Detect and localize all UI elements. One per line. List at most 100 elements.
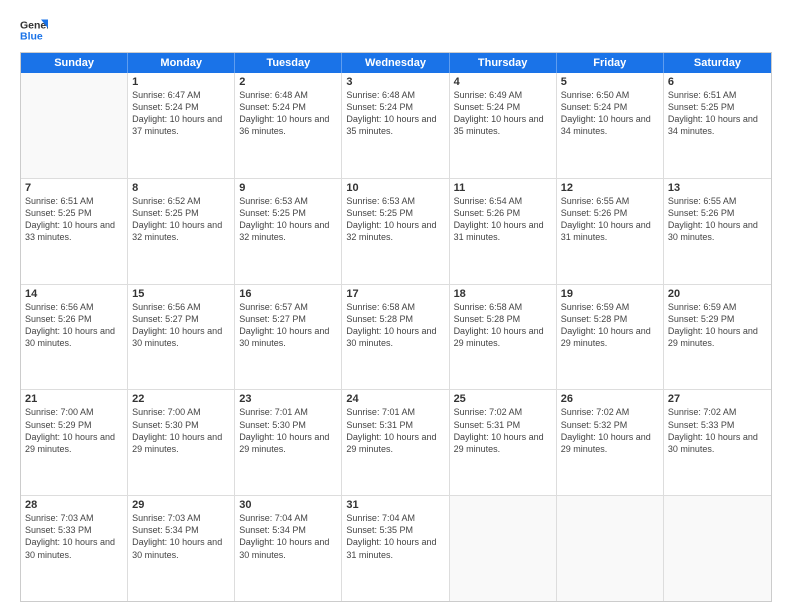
day-detail: Sunrise: 6:58 AM Sunset: 5:28 PM Dayligh… bbox=[454, 301, 552, 350]
day-number: 5 bbox=[561, 76, 659, 88]
calendar-cell: 19Sunrise: 6:59 AM Sunset: 5:28 PM Dayli… bbox=[557, 285, 664, 390]
day-number: 25 bbox=[454, 393, 552, 405]
day-number: 8 bbox=[132, 182, 230, 194]
calendar-cell: 6Sunrise: 6:51 AM Sunset: 5:25 PM Daylig… bbox=[664, 73, 771, 178]
day-number: 28 bbox=[25, 499, 123, 511]
weekday-header: Monday bbox=[128, 53, 235, 73]
day-number: 27 bbox=[668, 393, 767, 405]
weekday-header: Saturday bbox=[664, 53, 771, 73]
day-number: 13 bbox=[668, 182, 767, 194]
day-detail: Sunrise: 6:49 AM Sunset: 5:24 PM Dayligh… bbox=[454, 89, 552, 138]
day-number: 3 bbox=[346, 76, 444, 88]
calendar-cell: 10Sunrise: 6:53 AM Sunset: 5:25 PM Dayli… bbox=[342, 179, 449, 284]
calendar-cell: 2Sunrise: 6:48 AM Sunset: 5:24 PM Daylig… bbox=[235, 73, 342, 178]
day-detail: Sunrise: 7:01 AM Sunset: 5:30 PM Dayligh… bbox=[239, 406, 337, 455]
day-detail: Sunrise: 6:53 AM Sunset: 5:25 PM Dayligh… bbox=[239, 195, 337, 244]
weekday-header: Tuesday bbox=[235, 53, 342, 73]
page: General Blue SundayMondayTuesdayWednesda… bbox=[0, 0, 792, 612]
day-detail: Sunrise: 6:55 AM Sunset: 5:26 PM Dayligh… bbox=[668, 195, 767, 244]
calendar-cell: 21Sunrise: 7:00 AM Sunset: 5:29 PM Dayli… bbox=[21, 390, 128, 495]
calendar-cell: 22Sunrise: 7:00 AM Sunset: 5:30 PM Dayli… bbox=[128, 390, 235, 495]
day-detail: Sunrise: 6:57 AM Sunset: 5:27 PM Dayligh… bbox=[239, 301, 337, 350]
day-detail: Sunrise: 6:47 AM Sunset: 5:24 PM Dayligh… bbox=[132, 89, 230, 138]
calendar-cell bbox=[21, 73, 128, 178]
header: General Blue bbox=[20, 16, 772, 44]
svg-text:Blue: Blue bbox=[20, 31, 43, 43]
day-detail: Sunrise: 6:51 AM Sunset: 5:25 PM Dayligh… bbox=[668, 89, 767, 138]
calendar-cell: 12Sunrise: 6:55 AM Sunset: 5:26 PM Dayli… bbox=[557, 179, 664, 284]
day-number: 18 bbox=[454, 288, 552, 300]
day-number: 26 bbox=[561, 393, 659, 405]
logo: General Blue bbox=[20, 16, 48, 44]
day-detail: Sunrise: 6:59 AM Sunset: 5:28 PM Dayligh… bbox=[561, 301, 659, 350]
day-detail: Sunrise: 7:03 AM Sunset: 5:33 PM Dayligh… bbox=[25, 512, 123, 561]
day-number: 2 bbox=[239, 76, 337, 88]
day-number: 11 bbox=[454, 182, 552, 194]
day-number: 10 bbox=[346, 182, 444, 194]
day-number: 23 bbox=[239, 393, 337, 405]
calendar-row: 7Sunrise: 6:51 AM Sunset: 5:25 PM Daylig… bbox=[21, 178, 771, 284]
day-detail: Sunrise: 7:00 AM Sunset: 5:29 PM Dayligh… bbox=[25, 406, 123, 455]
day-number: 30 bbox=[239, 499, 337, 511]
calendar-cell: 23Sunrise: 7:01 AM Sunset: 5:30 PM Dayli… bbox=[235, 390, 342, 495]
day-detail: Sunrise: 7:01 AM Sunset: 5:31 PM Dayligh… bbox=[346, 406, 444, 455]
calendar-cell: 13Sunrise: 6:55 AM Sunset: 5:26 PM Dayli… bbox=[664, 179, 771, 284]
calendar-cell: 27Sunrise: 7:02 AM Sunset: 5:33 PM Dayli… bbox=[664, 390, 771, 495]
day-detail: Sunrise: 7:03 AM Sunset: 5:34 PM Dayligh… bbox=[132, 512, 230, 561]
day-number: 1 bbox=[132, 76, 230, 88]
calendar-cell: 5Sunrise: 6:50 AM Sunset: 5:24 PM Daylig… bbox=[557, 73, 664, 178]
day-number: 29 bbox=[132, 499, 230, 511]
calendar-cell: 25Sunrise: 7:02 AM Sunset: 5:31 PM Dayli… bbox=[450, 390, 557, 495]
day-number: 17 bbox=[346, 288, 444, 300]
calendar-cell: 11Sunrise: 6:54 AM Sunset: 5:26 PM Dayli… bbox=[450, 179, 557, 284]
calendar-cell: 14Sunrise: 6:56 AM Sunset: 5:26 PM Dayli… bbox=[21, 285, 128, 390]
weekday-header: Friday bbox=[557, 53, 664, 73]
day-detail: Sunrise: 6:53 AM Sunset: 5:25 PM Dayligh… bbox=[346, 195, 444, 244]
day-number: 7 bbox=[25, 182, 123, 194]
day-number: 15 bbox=[132, 288, 230, 300]
day-number: 14 bbox=[25, 288, 123, 300]
day-detail: Sunrise: 7:02 AM Sunset: 5:31 PM Dayligh… bbox=[454, 406, 552, 455]
day-detail: Sunrise: 6:50 AM Sunset: 5:24 PM Dayligh… bbox=[561, 89, 659, 138]
day-detail: Sunrise: 6:51 AM Sunset: 5:25 PM Dayligh… bbox=[25, 195, 123, 244]
day-number: 22 bbox=[132, 393, 230, 405]
calendar-cell: 1Sunrise: 6:47 AM Sunset: 5:24 PM Daylig… bbox=[128, 73, 235, 178]
weekday-header: Thursday bbox=[450, 53, 557, 73]
calendar-cell bbox=[450, 496, 557, 601]
calendar-cell: 7Sunrise: 6:51 AM Sunset: 5:25 PM Daylig… bbox=[21, 179, 128, 284]
calendar-row: 28Sunrise: 7:03 AM Sunset: 5:33 PM Dayli… bbox=[21, 495, 771, 601]
day-detail: Sunrise: 7:02 AM Sunset: 5:33 PM Dayligh… bbox=[668, 406, 767, 455]
day-detail: Sunrise: 6:55 AM Sunset: 5:26 PM Dayligh… bbox=[561, 195, 659, 244]
calendar-cell bbox=[557, 496, 664, 601]
day-number: 6 bbox=[668, 76, 767, 88]
day-detail: Sunrise: 6:56 AM Sunset: 5:26 PM Dayligh… bbox=[25, 301, 123, 350]
day-detail: Sunrise: 6:54 AM Sunset: 5:26 PM Dayligh… bbox=[454, 195, 552, 244]
calendar-header: SundayMondayTuesdayWednesdayThursdayFrid… bbox=[21, 53, 771, 73]
calendar-cell: 30Sunrise: 7:04 AM Sunset: 5:34 PM Dayli… bbox=[235, 496, 342, 601]
day-detail: Sunrise: 6:48 AM Sunset: 5:24 PM Dayligh… bbox=[239, 89, 337, 138]
calendar-cell: 15Sunrise: 6:56 AM Sunset: 5:27 PM Dayli… bbox=[128, 285, 235, 390]
calendar-cell: 9Sunrise: 6:53 AM Sunset: 5:25 PM Daylig… bbox=[235, 179, 342, 284]
day-detail: Sunrise: 7:04 AM Sunset: 5:35 PM Dayligh… bbox=[346, 512, 444, 561]
day-number: 4 bbox=[454, 76, 552, 88]
calendar-cell: 20Sunrise: 6:59 AM Sunset: 5:29 PM Dayli… bbox=[664, 285, 771, 390]
day-detail: Sunrise: 6:48 AM Sunset: 5:24 PM Dayligh… bbox=[346, 89, 444, 138]
day-number: 19 bbox=[561, 288, 659, 300]
day-detail: Sunrise: 6:59 AM Sunset: 5:29 PM Dayligh… bbox=[668, 301, 767, 350]
day-number: 16 bbox=[239, 288, 337, 300]
calendar-cell bbox=[664, 496, 771, 601]
weekday-header: Sunday bbox=[21, 53, 128, 73]
calendar-body: 1Sunrise: 6:47 AM Sunset: 5:24 PM Daylig… bbox=[21, 73, 771, 601]
calendar-cell: 24Sunrise: 7:01 AM Sunset: 5:31 PM Dayli… bbox=[342, 390, 449, 495]
calendar-row: 21Sunrise: 7:00 AM Sunset: 5:29 PM Dayli… bbox=[21, 389, 771, 495]
calendar-cell: 8Sunrise: 6:52 AM Sunset: 5:25 PM Daylig… bbox=[128, 179, 235, 284]
calendar-cell: 17Sunrise: 6:58 AM Sunset: 5:28 PM Dayli… bbox=[342, 285, 449, 390]
day-number: 9 bbox=[239, 182, 337, 194]
calendar-cell: 16Sunrise: 6:57 AM Sunset: 5:27 PM Dayli… bbox=[235, 285, 342, 390]
day-detail: Sunrise: 7:04 AM Sunset: 5:34 PM Dayligh… bbox=[239, 512, 337, 561]
day-number: 21 bbox=[25, 393, 123, 405]
calendar-cell: 28Sunrise: 7:03 AM Sunset: 5:33 PM Dayli… bbox=[21, 496, 128, 601]
calendar-cell: 3Sunrise: 6:48 AM Sunset: 5:24 PM Daylig… bbox=[342, 73, 449, 178]
day-number: 20 bbox=[668, 288, 767, 300]
calendar-row: 1Sunrise: 6:47 AM Sunset: 5:24 PM Daylig… bbox=[21, 73, 771, 178]
